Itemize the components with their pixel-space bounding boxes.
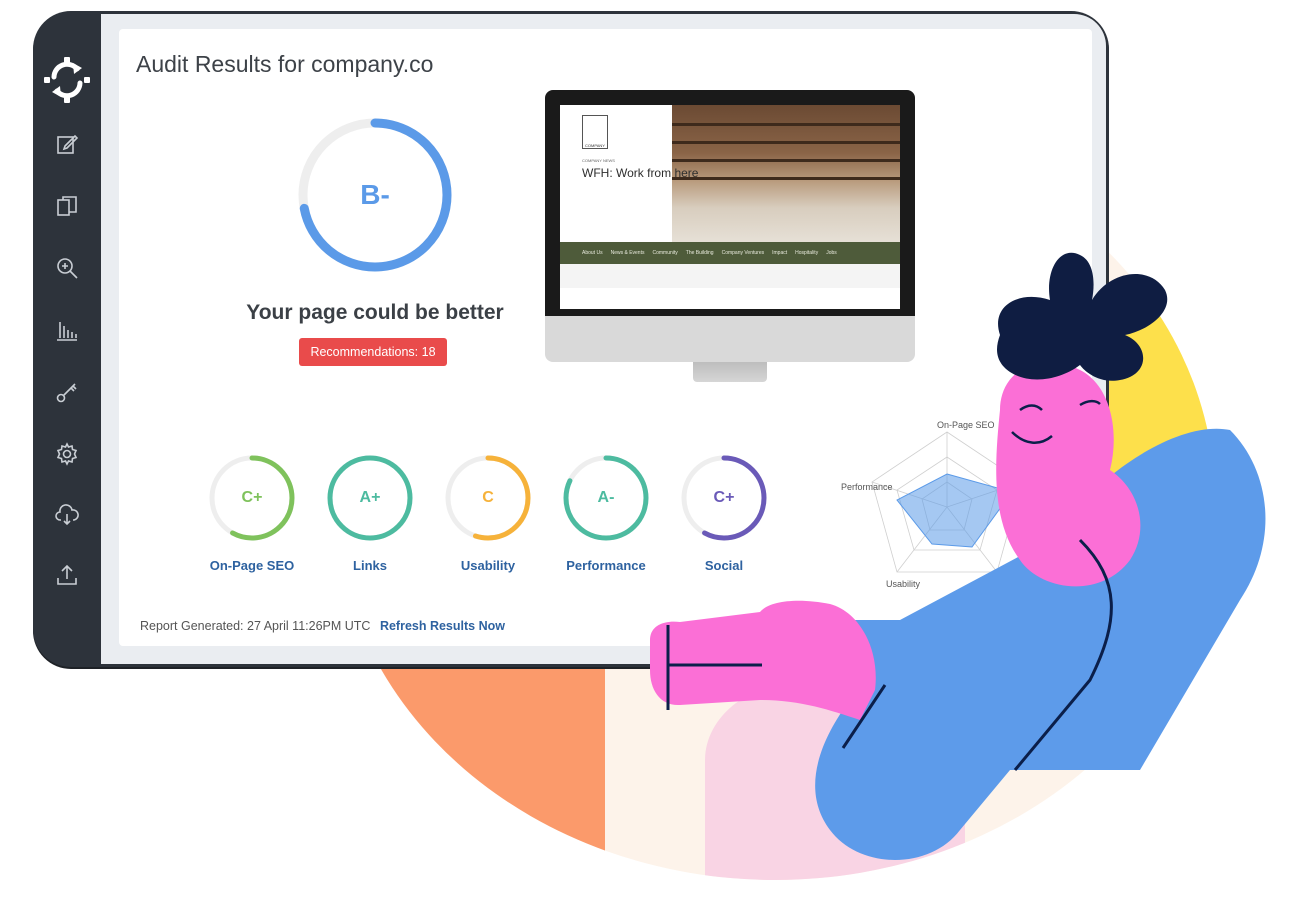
app-logo-icon[interactable] [42,55,92,105]
sidebar-item-search[interactable] [53,254,81,282]
score-social[interactable]: C+ Social [679,453,769,573]
score-grade: C [482,489,494,506]
site-kicker: COMPANY NEWS [582,158,615,163]
sidebar-item-settings[interactable] [53,440,81,468]
score-usability[interactable]: C Usability [443,453,533,573]
site-nav-item[interactable]: Community [652,250,677,256]
monitor-chin [545,316,915,362]
site-nav: About Us News & Events Community The Bui… [560,242,900,264]
sidebar-item-download[interactable] [53,501,81,529]
sidebar-item-keywords[interactable] [53,378,81,406]
score-label[interactable]: Performance [541,558,671,573]
score-grade: A- [597,489,615,506]
report-footer: Report Generated: 27 April 11:26PM UTC R… [140,619,505,633]
radar-area [896,473,1013,548]
radar-label: Usability [886,579,921,589]
site-hero-photo [672,105,900,242]
background-pink-shape [705,680,965,880]
sidebar-item-reports[interactable] [53,316,81,344]
sidebar-item-copy[interactable] [53,192,81,220]
sidebar-item-edit[interactable] [53,130,81,158]
copy-icon [57,196,77,216]
score-label[interactable]: Social [659,558,789,573]
score-grade: A+ [359,489,381,506]
radar-label: Performance [841,482,893,492]
sidebar [33,11,101,667]
site-nav-item[interactable]: Impact [772,250,787,256]
page-title: Audit Results for company.co [136,51,434,77]
site-nav-item[interactable]: Jobs [826,250,837,256]
site-logo: COMPANY [582,115,608,149]
edit-icon [57,134,79,154]
score-label[interactable]: Usability [423,558,553,573]
score-links[interactable]: A+ Links [325,453,415,573]
cloud-download-icon [55,504,79,526]
refresh-results-link[interactable]: Refresh Results Now [380,619,505,633]
monitor-stand [693,362,767,382]
site-headline: WFH: Work from here [582,166,699,180]
score-performance[interactable]: A- Performance [561,453,651,573]
overall-grade: B- [360,179,390,210]
score-label[interactable]: Links [305,558,435,573]
site-nav-item[interactable]: Company Ventures [722,250,765,256]
radar-label: On-Page SEO [937,420,995,430]
site-nav-item[interactable]: Hospitality [795,250,818,256]
score-label[interactable]: On-Page SEO [187,558,317,573]
score-on-page-seo[interactable]: C+ On-Page SEO [207,453,297,573]
site-nav-item[interactable]: News & Events [611,250,645,256]
recommendations-badge[interactable]: Recommendations: 18 [299,338,447,366]
bar-chart-icon [57,322,77,341]
upload-icon [57,564,77,585]
zoom-in-icon [57,258,78,279]
score-headline: Your page could be better [246,301,504,324]
report-generated-text: Report Generated: 27 April 11:26PM UTC [140,619,371,633]
score-grade: C+ [713,489,735,506]
sidebar-item-upload[interactable] [53,561,81,589]
website-preview: COMPANY COMPANY NEWS WFH: Work from here… [560,105,900,309]
radar-chart: On-Page SEO Performance Usability [837,420,1057,592]
gear-icon [56,442,78,466]
background-yellow-shape [1095,300,1215,600]
site-nav-item[interactable]: The Building [686,250,714,256]
score-grade: C+ [241,489,263,506]
key-icon [56,383,77,403]
site-nav-item[interactable]: About Us [582,250,603,256]
